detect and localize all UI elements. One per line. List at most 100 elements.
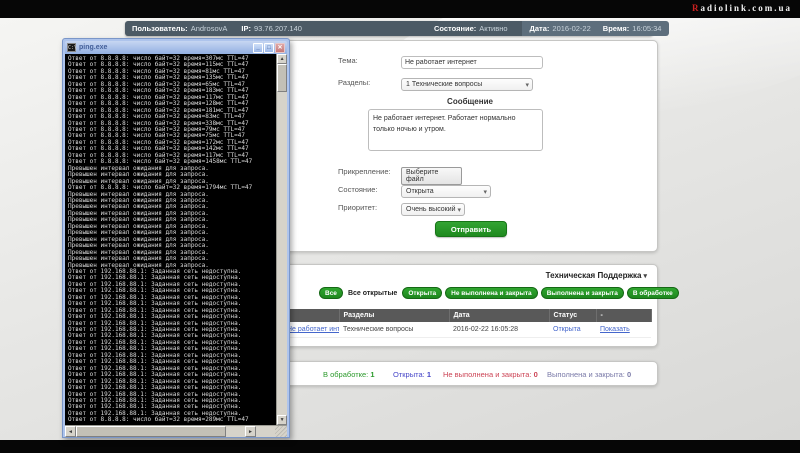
- chevron-down-icon: ▾: [483, 188, 487, 196]
- terminal-output: Ответ от 8.8.8.8: число байт=32 время=30…: [65, 54, 276, 425]
- summary-open: Открыта: 1: [393, 370, 431, 379]
- scroll-up-icon[interactable]: ▲: [277, 54, 287, 64]
- support-title[interactable]: Техническая Поддержка▾: [546, 271, 647, 280]
- ticket-show-link[interactable]: Показать: [600, 326, 630, 333]
- vscroll-thumb[interactable]: [277, 64, 287, 92]
- state-label: Состояние:: [434, 24, 476, 33]
- date-label: Дата:: [530, 24, 550, 33]
- choose-file-button[interactable]: Выберите файл: [401, 167, 462, 185]
- filter-all-open-label[interactable]: Все открытые: [346, 290, 399, 297]
- priority-select-value: Очень высокий: [406, 206, 456, 213]
- summary-open-value: 1: [427, 370, 431, 379]
- ip-value: 93.76.207.140: [254, 24, 302, 33]
- filter-open-button[interactable]: Открыта: [402, 287, 442, 299]
- ip-label: IP:: [241, 24, 251, 33]
- message-heading: Сообщение: [283, 97, 657, 106]
- summary-failed: Не выполнена и закрыта: 0: [443, 370, 538, 379]
- attachment-label: Прикрепление:: [338, 167, 391, 176]
- status-label: Состояние:: [338, 185, 378, 194]
- session-user: Пользователь:AndrosovA: [132, 24, 227, 33]
- minimize-button[interactable]: _: [253, 43, 263, 53]
- priority-select[interactable]: Очень высокий ▾: [401, 203, 465, 216]
- console-icon: C:\: [67, 43, 76, 52]
- summary-done-label: Выполнена и закрыта:: [547, 370, 625, 379]
- topic-input[interactable]: [401, 56, 543, 69]
- support-panel: Техническая Поддержка▾ Все Все открытые …: [282, 264, 658, 347]
- status-select[interactable]: Открыта ▾: [401, 185, 491, 198]
- submit-button[interactable]: Отправить: [435, 221, 507, 237]
- chevron-down-icon: ▾: [525, 81, 529, 89]
- tickets-table: Разделы Дата Статус - Не работает интерн…: [283, 309, 652, 338]
- message-textarea[interactable]: Не работает интернет. Работает нормально…: [368, 109, 543, 151]
- filter-bar: Все Все открытые Открыта Не выполнена и …: [319, 287, 679, 299]
- section-select-value: 1 Технические вопросы: [406, 81, 482, 88]
- priority-row: Приоритет: Очень высокий ▾: [283, 203, 347, 216]
- scroll-right-icon[interactable]: ►: [245, 426, 256, 437]
- chevron-down-icon: ▾: [643, 273, 647, 280]
- ticket-status-link[interactable]: Открыта: [553, 326, 581, 333]
- header-action: -: [596, 309, 651, 322]
- session-date: Дата:2016-02-22: [530, 24, 591, 33]
- topic-label: Тема:: [338, 56, 358, 65]
- session-ip: IP:93.76.207.140: [241, 24, 302, 33]
- summary-failed-label: Не выполнена и закрыта:: [443, 370, 532, 379]
- summary-processing-label: В обработке:: [323, 370, 368, 379]
- terminal-window[interactable]: C:\ ping.exe _ □ ✕ Ответ от 8.8.8.8: чис…: [62, 38, 290, 438]
- hscroll-thumb[interactable]: [76, 426, 226, 437]
- date-value: 2016-02-22: [552, 24, 590, 33]
- priority-label: Приоритет:: [338, 203, 377, 212]
- filter-processing-button[interactable]: В обработке: [627, 287, 679, 299]
- summary-done: Выполнена и закрыта: 0: [547, 370, 631, 379]
- terminal-vscrollbar[interactable]: ▲ ▼: [276, 54, 287, 425]
- filter-all-button[interactable]: Все: [319, 287, 343, 299]
- section-select[interactable]: 1 Технические вопросы ▾: [401, 78, 533, 91]
- session-state: Состояние:Активно: [434, 24, 508, 33]
- chevron-down-icon: ▾: [457, 206, 461, 214]
- summary-panel: Всего: 1 В обработке: 1 Открыта: 1 Не вы…: [282, 361, 658, 386]
- filter-done-closed-button[interactable]: Выполнена и закрыта: [541, 287, 624, 299]
- state-value: Активно: [479, 24, 507, 33]
- brand-logo: Radiolink.com.ua: [692, 3, 792, 13]
- ticket-section: Технические вопросы: [339, 322, 449, 338]
- session-time: Время:16:05:34: [603, 24, 662, 33]
- brand-rest: adiolink.com.ua: [700, 3, 792, 13]
- time-label: Время:: [603, 24, 630, 33]
- ticket-form-panel: Тема: Разделы: 1 Технические вопросы ▾ С…: [282, 40, 658, 252]
- user-value: AndrosovA: [191, 24, 228, 33]
- header-status: Статус: [549, 309, 596, 322]
- header-topic: [283, 309, 339, 322]
- scroll-left-icon[interactable]: ◄: [65, 426, 76, 437]
- summary-processing: В обработке: 1: [323, 370, 375, 379]
- ticket-date: 2016-02-22 16:05:28: [449, 322, 549, 338]
- top-black-bar: Radiolink.com.ua: [0, 0, 800, 18]
- section-label: Разделы:: [338, 78, 370, 87]
- support-title-text: Техническая Поддержка: [546, 271, 642, 280]
- maximize-button[interactable]: □: [264, 43, 274, 53]
- session-datetime-segment: Дата:2016-02-22 Время:16:05:34: [522, 21, 670, 36]
- terminal-main: Ответ от 8.8.8.8: число байт=32 время=30…: [65, 54, 287, 425]
- summary-processing-value: 1: [370, 370, 374, 379]
- ticket-topic-link[interactable]: Не работает интернет: [287, 326, 339, 333]
- session-left-segment: Пользователь:AndrosovA IP:93.76.207.140 …: [125, 24, 522, 33]
- terminal-line: Ответ от 8.8.8.8: число байт=32 время=28…: [68, 417, 276, 423]
- scroll-down-icon[interactable]: ▼: [277, 415, 287, 425]
- terminal-title: ping.exe: [79, 44, 252, 51]
- status-row: Состояние: Открыта ▾: [283, 185, 373, 198]
- summary-failed-value: 0: [534, 370, 538, 379]
- resize-grip[interactable]: [275, 426, 287, 437]
- header-section: Разделы: [339, 309, 449, 322]
- summary-done-value: 0: [627, 370, 631, 379]
- terminal-hscrollbar[interactable]: ◄ ►: [65, 425, 287, 437]
- summary-open-label: Открыта:: [393, 370, 425, 379]
- section-row: Разделы: 1 Технические вопросы ▾: [283, 78, 415, 91]
- terminal-titlebar[interactable]: C:\ ping.exe _ □ ✕: [65, 41, 287, 54]
- close-button[interactable]: ✕: [275, 43, 285, 53]
- session-info-bar: Пользователь:AndrosovA IP:93.76.207.140 …: [125, 21, 653, 36]
- ticket-row: Не работает интернет Технические вопросы…: [283, 322, 651, 338]
- time-value: 16:05:34: [632, 24, 661, 33]
- filter-failed-closed-button[interactable]: Не выполнена и закрыта: [445, 287, 538, 299]
- status-select-value: Открыта: [406, 188, 434, 195]
- header-date: Дата: [449, 309, 549, 322]
- user-label: Пользователь:: [132, 24, 188, 33]
- tickets-header-row: Разделы Дата Статус -: [283, 309, 651, 322]
